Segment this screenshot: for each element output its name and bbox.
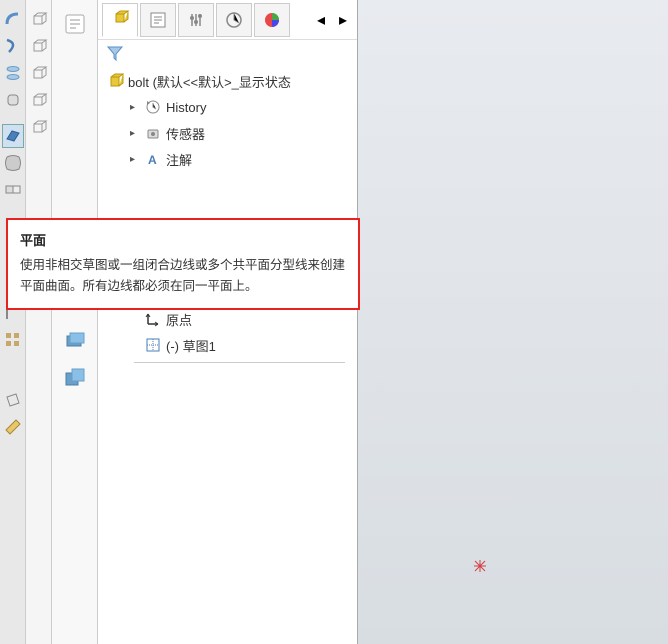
tree-divider bbox=[134, 362, 345, 363]
tree-annotations-label: 注解 bbox=[166, 150, 192, 169]
origin-marker bbox=[470, 556, 490, 576]
tree-root[interactable]: bolt (默认<<默认>_显示状态 bbox=[102, 68, 353, 94]
tree-tab-row: ◂ ▸ bbox=[98, 0, 357, 40]
tool-curve[interactable] bbox=[2, 34, 24, 58]
tree-sensors[interactable]: ▸ 传感器 bbox=[102, 120, 353, 146]
tool-patch[interactable] bbox=[2, 151, 24, 175]
tool-plane[interactable] bbox=[2, 388, 24, 412]
wire-cube-icon[interactable] bbox=[28, 7, 50, 31]
tree-sketch1-label: (-) 草图1 bbox=[166, 336, 216, 355]
expand-arrow-icon: ▸ bbox=[130, 128, 140, 139]
tab-nav-prev[interactable]: ◂ bbox=[311, 3, 331, 37]
sensors-icon bbox=[144, 124, 162, 142]
panel-button-column bbox=[52, 0, 98, 644]
tool-shape[interactable] bbox=[2, 88, 24, 112]
tab-feature-tree[interactable] bbox=[102, 3, 138, 37]
tab-appearance[interactable] bbox=[254, 3, 290, 37]
expand-arrow-icon: ▸ bbox=[130, 102, 140, 113]
wire-cube2-icon[interactable] bbox=[28, 34, 50, 58]
tool-pattern[interactable] bbox=[2, 328, 24, 352]
svg-text:A: A bbox=[148, 153, 157, 167]
tree-origin-label: 原点 bbox=[166, 310, 192, 329]
wire-cube3-icon[interactable] bbox=[28, 61, 50, 85]
part-icon bbox=[106, 72, 124, 90]
tool-measure[interactable] bbox=[2, 415, 24, 439]
expand-arrow-icon: ▸ bbox=[130, 154, 140, 165]
left-toolbar-2 bbox=[26, 0, 52, 644]
tree-annotations[interactable]: ▸ A 注解 bbox=[102, 146, 353, 172]
wire-cube5-icon[interactable] bbox=[28, 115, 50, 139]
panel-btn-1[interactable] bbox=[55, 6, 95, 42]
tab-config[interactable] bbox=[178, 3, 214, 37]
viewport[interactable]: Y X bbox=[358, 0, 668, 644]
history-icon bbox=[144, 98, 162, 116]
sketch-icon bbox=[144, 336, 162, 354]
tab-nav-next[interactable]: ▸ bbox=[333, 3, 353, 37]
tab-dim[interactable] bbox=[216, 3, 252, 37]
feature-tree-panel: ◂ ▸ bolt (默认<<默认>_显示状态 ▸ History ▸ 传感器 ▸ bbox=[98, 0, 358, 644]
tree-origin[interactable]: 原点 bbox=[102, 306, 353, 332]
tree-sensors-label: 传感器 bbox=[166, 124, 205, 143]
tooltip-title: 平面 bbox=[20, 230, 346, 249]
wire-cube4-icon[interactable] bbox=[28, 88, 50, 112]
filter-icon[interactable] bbox=[106, 44, 124, 62]
tab-property[interactable] bbox=[140, 3, 176, 37]
plane-tooltip: 平面 使用非相交草图或一组闭合边线或多个共平面分型线来创建平面曲面。所有边线都必… bbox=[6, 218, 360, 310]
tool-loft[interactable] bbox=[2, 61, 24, 85]
tree-history-label: History bbox=[166, 100, 206, 115]
origin-icon bbox=[144, 310, 162, 328]
tool-knit[interactable] bbox=[2, 178, 24, 202]
tool-surface[interactable] bbox=[2, 124, 24, 148]
panel-btn-layers[interactable] bbox=[55, 322, 95, 358]
feature-tree: bolt (默认<<默认>_显示状态 ▸ History ▸ 传感器 ▸ A 注… bbox=[98, 66, 357, 644]
tree-root-label: bolt (默认<<默认>_显示状态 bbox=[128, 72, 291, 91]
tree-sketch1[interactable]: (-) 草图1 bbox=[102, 332, 353, 358]
annotations-icon: A bbox=[144, 150, 162, 168]
tool-sweep[interactable] bbox=[2, 7, 24, 31]
filter-row bbox=[98, 40, 357, 66]
panel-btn-overlap[interactable] bbox=[55, 360, 95, 396]
tooltip-body: 使用非相交草图或一组闭合边线或多个共平面分型线来创建平面曲面。所有边线都必须在同… bbox=[20, 255, 346, 298]
tree-history[interactable]: ▸ History bbox=[102, 94, 353, 120]
left-toolbar-1 bbox=[0, 0, 26, 644]
